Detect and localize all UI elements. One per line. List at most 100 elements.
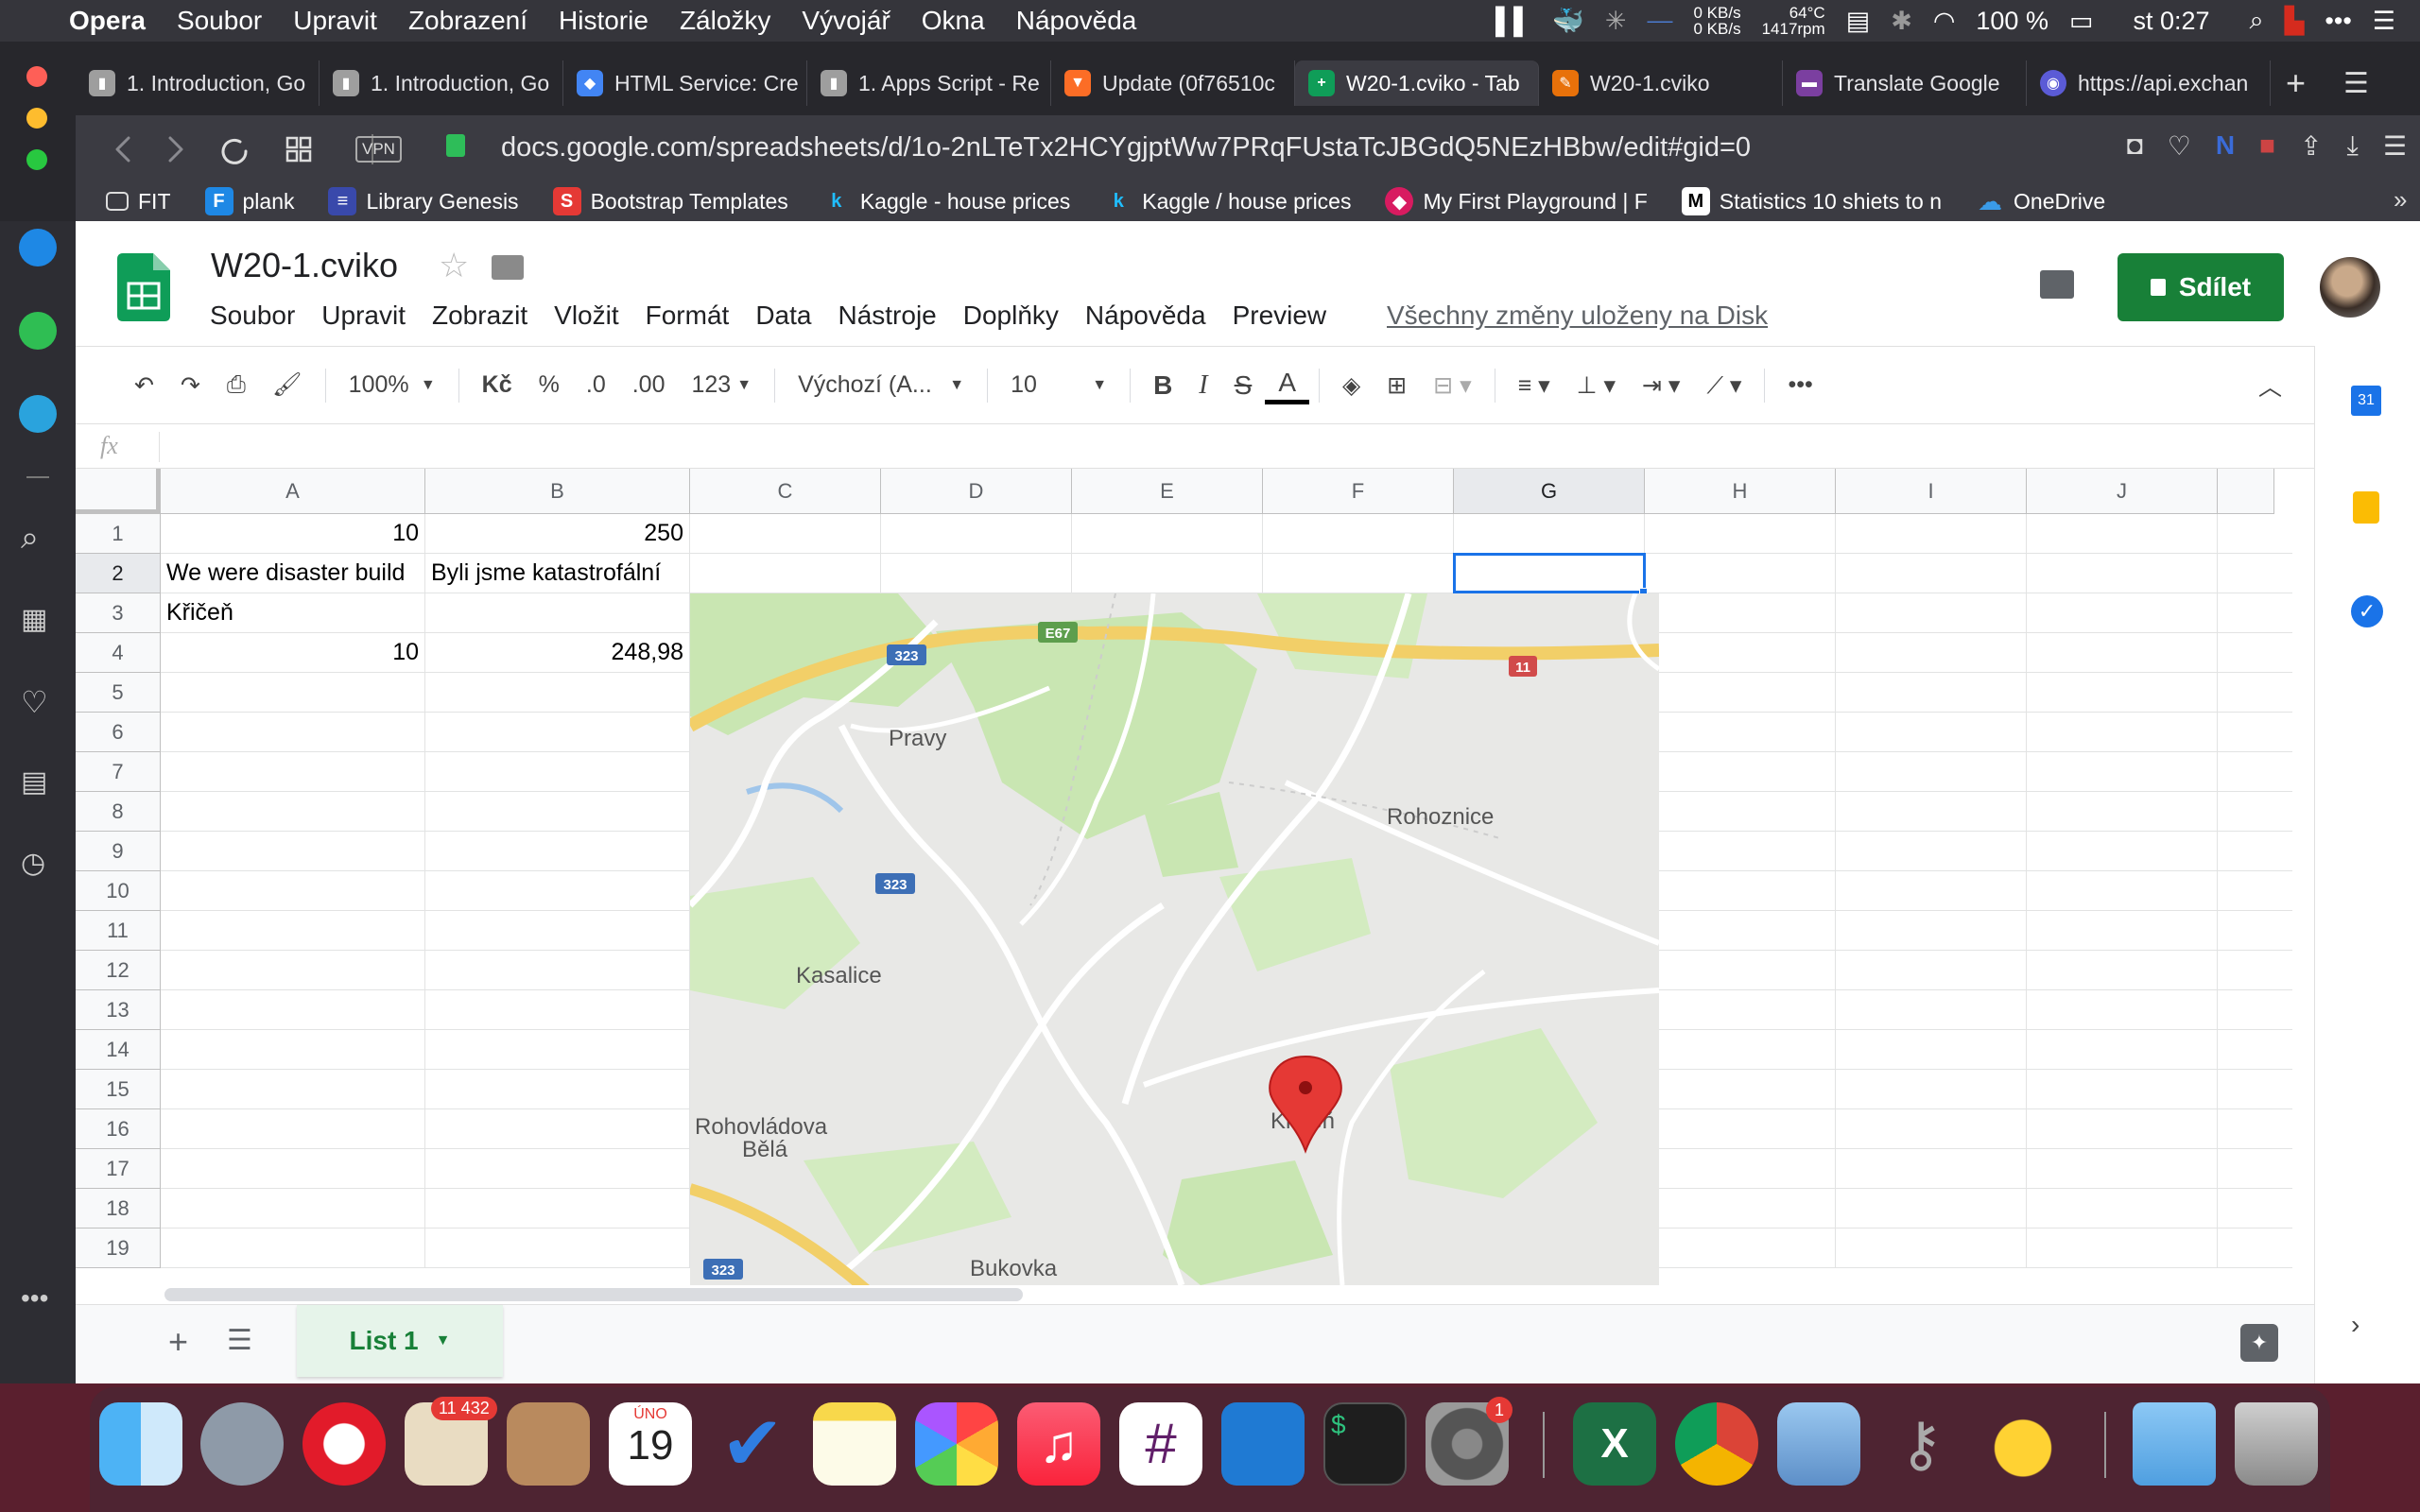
n-extension-icon[interactable]: N: [2216, 130, 2235, 162]
font-select[interactable]: Výchozí (A... ▼: [785, 362, 977, 409]
menubar-item[interactable]: Historie: [559, 6, 648, 36]
telegram-icon[interactable]: [19, 395, 57, 433]
bookmarks-overflow-icon[interactable]: »: [2394, 185, 2407, 215]
battery-icon[interactable]: ▭: [2069, 7, 2094, 36]
grid-cell[interactable]: [881, 514, 1072, 554]
menubar-item[interactable]: Nápověda: [1016, 6, 1137, 36]
row-header[interactable]: 17: [76, 1149, 161, 1189]
comments-icon[interactable]: [2040, 270, 2074, 299]
grid-cell[interactable]: [425, 1109, 690, 1149]
grid-cell[interactable]: [1645, 514, 1836, 554]
row-header[interactable]: 9: [76, 832, 161, 871]
graph-icon[interactable]: ⎯⎯: [1647, 6, 1672, 36]
clock[interactable]: st 0:27: [2133, 7, 2209, 36]
browser-tab[interactable]: ▼ Update (0f76510c: [1051, 60, 1295, 106]
row-header[interactable]: 4: [76, 633, 161, 673]
horizontal-align-icon[interactable]: ≡ ▾: [1505, 362, 1564, 409]
grid-cell[interactable]: [425, 1189, 690, 1228]
grid-cell[interactable]: [2027, 1189, 2218, 1228]
grid-cell[interactable]: [1645, 633, 1836, 673]
grid-cell[interactable]: [161, 911, 425, 951]
browser-tab[interactable]: ◉ https://api.exchan: [2027, 60, 2271, 106]
grid-cell[interactable]: [161, 1030, 425, 1070]
grid-cell[interactable]: [1645, 554, 1836, 593]
grid-cell[interactable]: [2027, 1070, 2218, 1109]
bookmark-item[interactable]: M Statistics 10 shiets to n: [1681, 187, 1942, 215]
grid-cell[interactable]: [161, 1149, 425, 1189]
menubar-app-name[interactable]: Opera: [69, 6, 146, 36]
expand-panel-icon[interactable]: ›: [2351, 1310, 2360, 1340]
menu-item[interactable]: Zobrazit: [432, 301, 527, 331]
grid-cell[interactable]: [1645, 792, 1836, 832]
easy-setup-icon[interactable]: ☰: [2383, 130, 2407, 162]
photos-icon[interactable]: [915, 1402, 998, 1486]
grid-cell[interactable]: [1645, 871, 1836, 911]
folder-icon[interactable]: [2133, 1402, 2216, 1486]
keychain-icon[interactable]: ⚷: [1879, 1402, 1962, 1486]
camera-icon[interactable]: ◘: [2127, 130, 2143, 162]
grid-cell[interactable]: [2218, 633, 2292, 673]
row-header[interactable]: 13: [76, 990, 161, 1030]
select-all-corner[interactable]: [76, 469, 161, 514]
row-header[interactable]: 5: [76, 673, 161, 713]
lock-icon[interactable]: [446, 134, 465, 157]
menu-item[interactable]: Soubor: [210, 301, 295, 331]
row-header[interactable]: 7: [76, 752, 161, 792]
spinner-icon[interactable]: ✳: [1605, 7, 1627, 36]
grid-cell[interactable]: [1072, 554, 1263, 593]
collapse-toolbar-icon[interactable]: ︿: [2245, 362, 2295, 409]
grid-cell[interactable]: [2027, 871, 2218, 911]
launchpad-icon[interactable]: [200, 1402, 284, 1486]
grid-cell[interactable]: [425, 951, 690, 990]
fill-color-icon[interactable]: ◈: [1329, 362, 1374, 409]
selected-cell-G2[interactable]: [1453, 553, 1646, 593]
grid-cell[interactable]: [425, 752, 690, 792]
bookmark-item[interactable]: ☁ OneDrive: [1976, 187, 2105, 215]
menubar-item[interactable]: Záložky: [680, 6, 770, 36]
grid-cell[interactable]: [425, 871, 690, 911]
slack-icon[interactable]: #: [1119, 1402, 1202, 1486]
currency-button[interactable]: Kč: [469, 362, 526, 409]
todo-icon[interactable]: ✔: [711, 1402, 794, 1486]
messenger-icon[interactable]: [19, 229, 57, 266]
close-window-button[interactable]: [26, 66, 47, 87]
speed-dial-icon[interactable]: [285, 136, 312, 163]
grid-cell[interactable]: [2027, 514, 2218, 554]
grid-cell[interactable]: [425, 593, 690, 633]
grid-cell[interactable]: [161, 1070, 425, 1109]
grid-cell[interactable]: [425, 1149, 690, 1189]
grid-cell[interactable]: [1836, 951, 2027, 990]
grid-cell[interactable]: [161, 990, 425, 1030]
grid-cell[interactable]: [2027, 832, 2218, 871]
save-status-link[interactable]: Všechny změny uloženy na Disk: [1387, 301, 1768, 331]
avatar[interactable]: [2320, 257, 2380, 318]
grid-cell[interactable]: [425, 792, 690, 832]
cell-B4[interactable]: 248,98: [425, 633, 690, 673]
excel-icon[interactable]: X: [1573, 1402, 1656, 1486]
folder-icon[interactable]: [492, 255, 524, 280]
cell-A4[interactable]: 10: [161, 633, 425, 673]
row-header[interactable]: 16: [76, 1109, 161, 1149]
grid-cell[interactable]: [1836, 713, 2027, 752]
bookmark-item[interactable]: ≡ Library Genesis: [328, 187, 519, 215]
grid-cell[interactable]: [1836, 1228, 2027, 1268]
column-header[interactable]: J: [2027, 469, 2218, 514]
wifi-icon[interactable]: ◠: [1933, 7, 1956, 36]
grid-cell[interactable]: [2218, 792, 2292, 832]
browser-tab[interactable]: ▬ Translate Google: [1783, 60, 2027, 106]
text-color-button[interactable]: A: [1265, 367, 1309, 404]
grid-cell[interactable]: [2218, 673, 2292, 713]
row-header[interactable]: 11: [76, 911, 161, 951]
browser-tab-active[interactable]: + W20-1.cviko - Tab: [1295, 60, 1539, 106]
grid-cell[interactable]: [2218, 871, 2292, 911]
more-icon[interactable]: •••: [21, 1283, 48, 1314]
menubar-item[interactable]: Soubor: [177, 6, 262, 36]
whatsapp-icon[interactable]: [19, 312, 57, 350]
grid-cell[interactable]: [1836, 673, 2027, 713]
bookmark-item[interactable]: k Kaggle / house prices: [1104, 187, 1352, 215]
grid-cell[interactable]: [1645, 673, 1836, 713]
more-icon[interactable]: •••: [1774, 362, 1825, 409]
percent-button[interactable]: %: [526, 362, 573, 409]
menubar-item[interactable]: Zobrazení: [408, 6, 527, 36]
menu-item[interactable]: Data: [755, 301, 811, 331]
